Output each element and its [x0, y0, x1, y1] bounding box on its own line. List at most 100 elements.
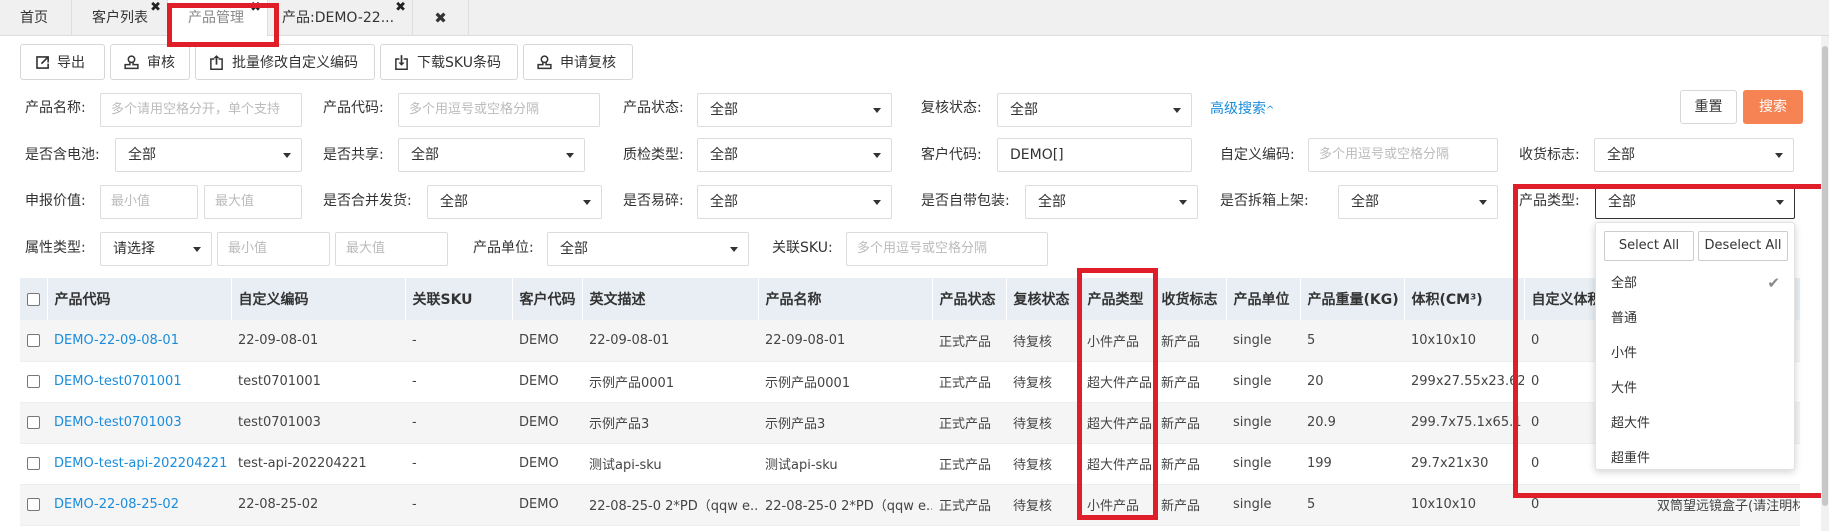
- close-icon[interactable]: ✖: [150, 1, 161, 14]
- close-icon[interactable]: ✖: [395, 1, 406, 14]
- attr-type-select[interactable]: 请选择: [100, 232, 212, 266]
- row-checkbox-cell[interactable]: [20, 361, 47, 403]
- row-checkbox-cell[interactable]: [20, 484, 47, 526]
- own-package-select[interactable]: 全部: [1025, 185, 1198, 219]
- download-sku-button[interactable]: 下载SKU条码: [380, 44, 518, 80]
- close-all-icon[interactable]: ✖: [434, 9, 447, 27]
- declared-value-max-input[interactable]: 最大值: [204, 185, 302, 219]
- row-checkbox-cell[interactable]: [20, 320, 47, 362]
- scrollbar-thumb[interactable]: [1822, 46, 1828, 506]
- annotation-box-tab: [167, 3, 279, 47]
- table-cell: 299.7x75.1x65.1: [1404, 402, 1524, 444]
- product-code-link[interactable]: DEMO-test0701003: [47, 402, 231, 444]
- fragile-select[interactable]: 全部: [697, 185, 892, 219]
- column-header[interactable]: 关联SKU: [405, 278, 513, 320]
- tab-home[interactable]: 首页: [0, 0, 72, 36]
- declared-value-min-input[interactable]: 最小值: [100, 185, 198, 219]
- product-code-link[interactable]: DEMO-22-08-25-02: [47, 484, 231, 526]
- table-cell: 29.7x21x30: [1404, 443, 1524, 485]
- product-unit-select[interactable]: 全部: [547, 232, 749, 266]
- tab-label: 产品:DEMO-22...: [282, 10, 395, 26]
- batch-edit-custom-code-button[interactable]: 批量修改自定义编码: [195, 44, 375, 80]
- customer-code-select[interactable]: DEMO[]: [997, 138, 1192, 172]
- table-cell: single: [1226, 320, 1300, 362]
- table-cell: 待复核: [1006, 402, 1080, 444]
- table-cell: 新产品: [1154, 402, 1226, 444]
- table-cell: 5: [1300, 484, 1404, 526]
- table-cell: 新产品: [1154, 361, 1226, 403]
- attr-type-min-input[interactable]: 最小值: [217, 232, 330, 266]
- product-code-link[interactable]: DEMO-test-api-202204221: [47, 443, 231, 485]
- attr-type-max-input[interactable]: 最大值: [335, 232, 448, 266]
- select-all-checkbox-cell[interactable]: [20, 278, 48, 320]
- tab-customer-list[interactable]: 客户列表 ✖: [72, 0, 168, 36]
- is-shared-value: 全部: [411, 147, 439, 163]
- table-cell: test0701003: [231, 402, 405, 444]
- tab-close-all[interactable]: ✖: [413, 0, 469, 36]
- caret-down-icon: [873, 200, 881, 205]
- search-button[interactable]: 搜索: [1743, 90, 1803, 124]
- advanced-search-link[interactable]: 高级搜索^: [1210, 98, 1274, 118]
- review-button[interactable]: 审核: [110, 44, 190, 80]
- column-header[interactable]: 英文描述: [582, 278, 759, 320]
- column-header[interactable]: 产品名称: [758, 278, 933, 320]
- merge-shipping-select[interactable]: 全部: [427, 185, 602, 219]
- row-checkbox-cell[interactable]: [20, 402, 47, 444]
- column-header[interactable]: 产品状态: [932, 278, 1007, 320]
- column-header[interactable]: 复核状态: [1006, 278, 1081, 320]
- apply-recheck-label: 申请复核: [560, 55, 616, 71]
- declared-value-label: 申报价值:: [25, 193, 86, 209]
- column-header[interactable]: 产品重量(KG): [1300, 278, 1405, 320]
- column-header[interactable]: 产品代码: [47, 278, 232, 320]
- receive-flag-select[interactable]: 全部: [1594, 138, 1794, 172]
- custom-code-label: 自定义编码:: [1220, 147, 1295, 163]
- recheck-status-select[interactable]: 全部: [997, 93, 1192, 127]
- table-cell: 199: [1300, 443, 1404, 485]
- annotation-box-product-type-filter: [1513, 184, 1829, 498]
- column-header[interactable]: 自定义编码: [231, 278, 406, 320]
- contains-battery-label: 是否含电池:: [25, 147, 100, 163]
- qc-type-select[interactable]: 全部: [697, 138, 892, 172]
- product-code-input[interactable]: 多个用逗号或空格分隔: [398, 93, 600, 127]
- table-cell: 正式产品: [932, 320, 1006, 362]
- select-all-checkbox[interactable]: [27, 292, 40, 306]
- merge-shipping-label: 是否合并发货:: [323, 193, 412, 209]
- row-checkbox[interactable]: [27, 416, 40, 429]
- reset-button[interactable]: 重置: [1680, 90, 1737, 124]
- product-code-link[interactable]: DEMO-test0701001: [47, 361, 231, 403]
- row-checkbox[interactable]: [27, 498, 40, 511]
- row-checkbox[interactable]: [27, 375, 40, 388]
- apply-recheck-button[interactable]: 申请复核: [523, 44, 633, 80]
- table-cell: DEMO: [512, 361, 582, 403]
- caret-down-icon: [1173, 108, 1181, 113]
- related-sku-input[interactable]: 多个用逗号或空格分隔: [846, 232, 1048, 266]
- attr-type-value: 请选择: [113, 241, 155, 257]
- column-header[interactable]: 收货标志: [1154, 278, 1227, 320]
- custom-code-input[interactable]: 多个用逗号或空格分隔: [1308, 138, 1498, 172]
- fragile-value: 全部: [710, 194, 738, 210]
- column-header[interactable]: 客户代码: [512, 278, 583, 320]
- product-status-select[interactable]: 全部: [697, 93, 892, 127]
- table-cell: single: [1226, 443, 1300, 485]
- chevron-up-icon: ^: [1266, 105, 1275, 116]
- table-cell: 示例产品0001: [758, 361, 932, 403]
- recheck-status-value: 全部: [1010, 102, 1038, 118]
- tab-product-detail[interactable]: 产品:DEMO-22... ✖: [268, 0, 413, 36]
- table-cell: 10x10x10: [1404, 484, 1524, 526]
- vertical-scrollbar[interactable]: [1821, 36, 1829, 531]
- column-header[interactable]: 体积(CM³): [1404, 278, 1525, 320]
- table-cell: 测试api-sku: [582, 443, 758, 485]
- unbox-shelf-select[interactable]: 全部: [1338, 185, 1498, 219]
- row-checkbox[interactable]: [27, 457, 40, 470]
- column-header[interactable]: 产品单位: [1226, 278, 1301, 320]
- product-name-input[interactable]: 多个请用空格分开，单个支持: [100, 93, 302, 127]
- is-shared-select[interactable]: 全部: [398, 138, 585, 172]
- row-checkbox-cell[interactable]: [20, 443, 47, 485]
- row-checkbox[interactable]: [27, 333, 40, 347]
- table-cell: 22-08-25-0 2*PD（qqw e...: [582, 484, 758, 526]
- product-code-link[interactable]: DEMO-22-09-08-01: [47, 320, 231, 362]
- export-button[interactable]: 导出: [20, 44, 105, 80]
- batch-edit-label: 批量修改自定义编码: [232, 55, 358, 71]
- caret-down-icon: [873, 108, 881, 113]
- contains-battery-select[interactable]: 全部: [115, 138, 302, 172]
